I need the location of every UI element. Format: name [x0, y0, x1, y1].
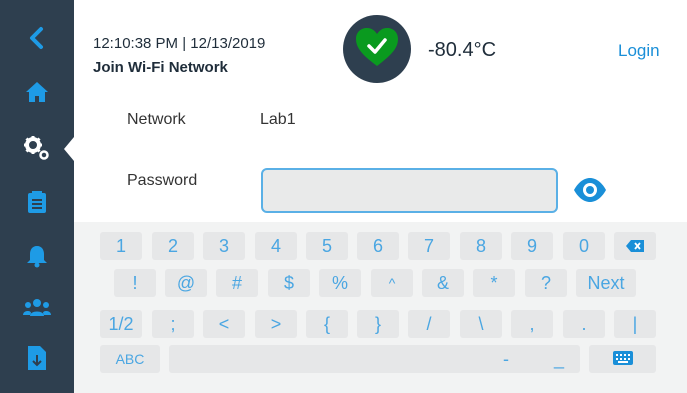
key-underscore[interactable]: _: [538, 345, 580, 373]
network-label: Network: [127, 111, 186, 128]
key-question[interactable]: ?: [525, 269, 567, 297]
key-open-brace[interactable]: {: [306, 310, 348, 338]
backspace-icon: [626, 236, 644, 257]
key-9[interactable]: 9: [511, 232, 553, 260]
login-link[interactable]: Login: [618, 41, 660, 61]
abc-key[interactable]: ABC: [100, 345, 160, 373]
settings-gears-icon: [23, 135, 51, 161]
sidebar-item-export[interactable]: [0, 336, 74, 380]
sidebar-item-log[interactable]: [0, 180, 74, 224]
document-download-icon: [27, 345, 47, 371]
key-pipe[interactable]: |: [614, 310, 656, 338]
sidebar-item-settings[interactable]: [0, 126, 74, 170]
eye-icon: [573, 178, 607, 208]
password-label: Password: [127, 172, 198, 189]
users-icon: [23, 298, 51, 318]
key-semicolon[interactable]: ;: [152, 310, 194, 338]
key-greater-than[interactable]: >: [255, 310, 297, 338]
datetime-display: 12:10:38 PM | 12/13/2019: [93, 35, 266, 52]
key-0[interactable]: 0: [563, 232, 605, 260]
key-3[interactable]: 3: [203, 232, 245, 260]
page-title: Join Wi-Fi Network: [93, 59, 228, 76]
key-1[interactable]: 1: [100, 232, 142, 260]
key-7[interactable]: 7: [408, 232, 450, 260]
heart-check-icon: [354, 26, 400, 73]
key-backslash[interactable]: \: [460, 310, 502, 338]
keyboard-icon: [612, 349, 633, 370]
key-4[interactable]: 4: [255, 232, 297, 260]
backspace-key[interactable]: [614, 232, 656, 260]
sidebar-item-alarms[interactable]: [0, 234, 74, 278]
temperature-readout: -80.4°C: [428, 39, 497, 61]
key-6[interactable]: 6: [357, 232, 399, 260]
active-indicator: [64, 137, 74, 161]
on-screen-keyboard: 1 2 3 4 5 6 7 8 9 0 ! @ # $ % ^ & * ? Ne…: [74, 222, 687, 393]
key-period[interactable]: .: [563, 310, 605, 338]
sidebar-item-home[interactable]: [0, 70, 74, 114]
next-key[interactable]: Next: [576, 269, 636, 297]
key-hash[interactable]: #: [216, 269, 258, 297]
key-comma[interactable]: ,: [511, 310, 553, 338]
status-indicator: [343, 15, 411, 83]
network-value: Lab1: [260, 111, 296, 128]
key-close-brace[interactable]: }: [357, 310, 399, 338]
key-exclamation[interactable]: !: [114, 269, 156, 297]
show-password-button[interactable]: [573, 176, 607, 204]
key-at[interactable]: @: [165, 269, 207, 297]
back-button[interactable]: [0, 16, 74, 60]
key-asterisk[interactable]: *: [473, 269, 515, 297]
key-slash[interactable]: /: [408, 310, 450, 338]
key-2[interactable]: 2: [152, 232, 194, 260]
key-5[interactable]: 5: [306, 232, 348, 260]
sidebar-item-users[interactable]: [0, 286, 74, 330]
bell-icon: [26, 244, 48, 268]
home-icon: [25, 81, 49, 103]
key-percent[interactable]: %: [319, 269, 361, 297]
key-caret[interactable]: ^: [371, 269, 413, 297]
key-dollar[interactable]: $: [268, 269, 310, 297]
key-less-than[interactable]: <: [203, 310, 245, 338]
key-ampersand[interactable]: &: [422, 269, 464, 297]
sidebar-nav: [0, 0, 74, 393]
key-hyphen[interactable]: -: [485, 345, 527, 373]
key-8[interactable]: 8: [460, 232, 502, 260]
password-input[interactable]: [261, 168, 558, 213]
key-page-toggle[interactable]: 1/2: [100, 310, 142, 338]
back-chevron-icon: [28, 26, 46, 50]
clipboard-icon: [27, 190, 47, 214]
hide-keyboard-key[interactable]: [589, 345, 656, 373]
